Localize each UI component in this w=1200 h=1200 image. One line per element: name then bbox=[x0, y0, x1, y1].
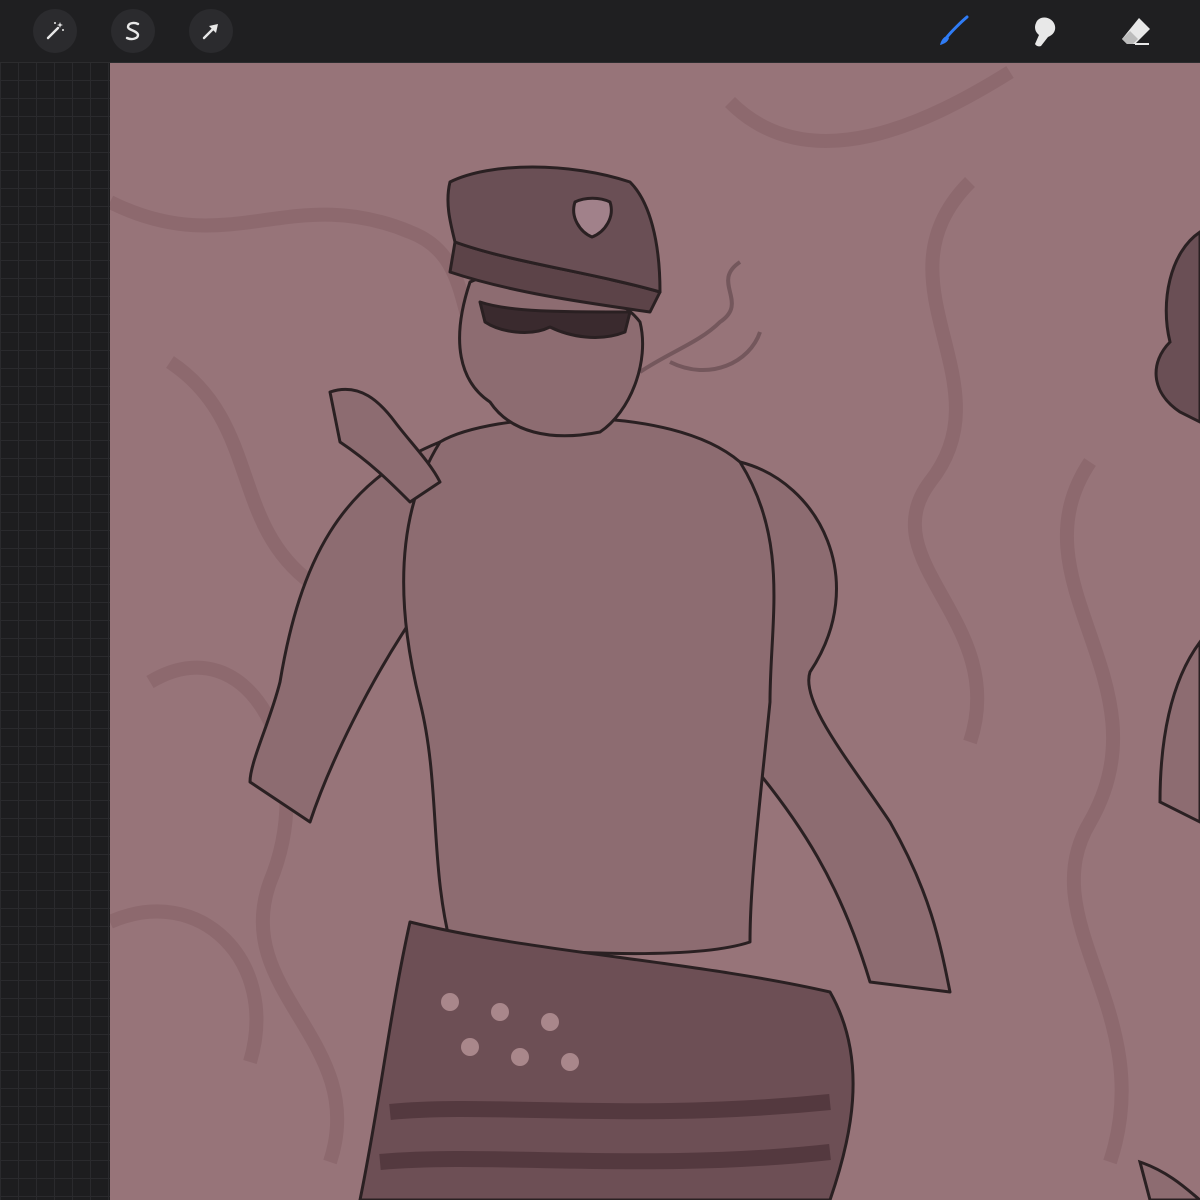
transform-button[interactable] bbox=[189, 9, 233, 53]
adjustments-button[interactable] bbox=[33, 9, 77, 53]
transform-arrow-icon bbox=[202, 24, 218, 40]
figure bbox=[248, 165, 952, 1200]
second-figure-partial bbox=[1137, 230, 1200, 1200]
artwork-illustration bbox=[110, 66, 1200, 1200]
artwork-canvas[interactable] bbox=[110, 62, 1200, 1200]
selection-button[interactable] bbox=[111, 9, 155, 53]
eraser-icon bbox=[1122, 18, 1150, 45]
torso bbox=[402, 416, 776, 956]
brush-icon bbox=[940, 15, 969, 45]
smudge-button[interactable] bbox=[1022, 8, 1068, 54]
selection-icon bbox=[125, 21, 140, 41]
eraser-button[interactable] bbox=[1113, 8, 1159, 54]
magic-wand-icon bbox=[46, 22, 64, 40]
top-toolbar bbox=[0, 0, 1200, 63]
smudge-icon bbox=[1035, 17, 1056, 47]
brush-button[interactable] bbox=[931, 8, 977, 54]
